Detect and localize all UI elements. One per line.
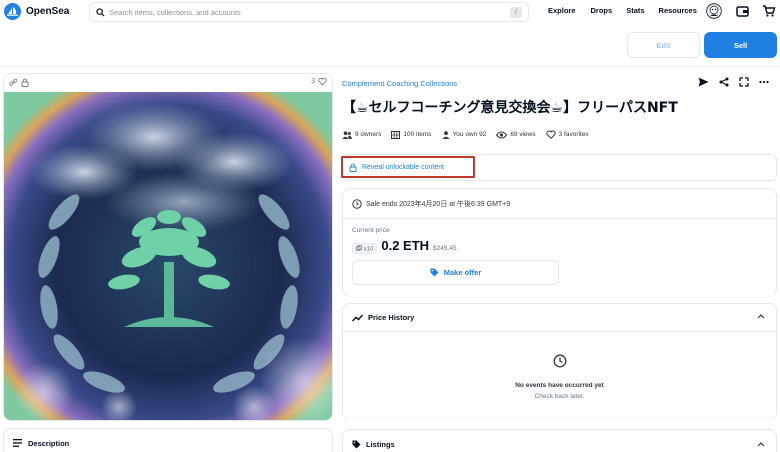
divider [0,66,780,67]
share-icon[interactable] [719,77,729,89]
reveal-unlockable-button[interactable]: Reveal unlockable content [341,156,475,178]
nav-drops[interactable]: Drops [591,6,613,15]
logo-text: OpenSea [26,6,70,17]
description-panel[interactable]: Description [3,428,333,452]
transfer-icon[interactable] [698,77,709,89]
tag-icon [352,440,361,448]
edit-button[interactable]: Edit [627,32,700,58]
nft-artwork[interactable] [4,92,333,421]
description-icon [13,439,22,447]
price-history-panel: Price History No events have occurred ye… [342,303,777,421]
favorites-count: 3 favorites [558,131,589,138]
price-history-empty: No events have occurred yet Check back l… [343,332,776,421]
owners-count: 9 owners [355,131,382,138]
clock-icon [553,354,566,367]
more-options-icon[interactable] [759,77,769,89]
lock-icon [349,163,357,172]
nav-stats[interactable]: Stats [626,6,644,15]
image-card-header: 3 [4,74,332,92]
reveal-unlockable-label: Reveal unlockable content [362,163,445,171]
sell-button[interactable]: Sell [704,32,777,58]
clock-icon [352,198,362,209]
lock-icon [21,78,29,89]
search-icon [96,7,105,17]
favorites-stat[interactable]: 3 favorites [545,130,589,139]
top-navbar: OpenSea Search items, collections, and a… [0,0,780,24]
quantity-badge: x10 [352,242,378,254]
listings-title: Listings [366,439,395,449]
sale-panel: Sale ends 2023年4月20日 at 午後6:39 GMT+9 Cur… [342,188,777,296]
price-section: Current price x10 0.2 ETH $245.45 Make o… [343,219,776,296]
tag-icon [430,268,439,277]
collection-link[interactable]: Complement Coaching Collections [342,79,457,88]
avatar[interactable] [706,3,722,21]
price-usd: $245.45 [433,245,457,252]
items-stat: 100 items [391,130,432,139]
owners-icon [342,130,352,139]
item-title: 【☕セルフコーチング意見交換会☕】フリーパスNFT [342,100,678,116]
owners-stat[interactable]: 9 owners [342,130,382,139]
empty-title: No events have occurred yet [515,381,604,389]
item-stats: 9 owners 100 items You own 92 69 views 3… [342,130,589,139]
search-placeholder: Search items, collections, and accounts [109,7,241,17]
cart-icon[interactable] [762,4,776,20]
price-row: x10 0.2 ETH $245.45 [352,238,767,254]
items-count: 100 items [403,131,432,138]
nav-explore[interactable]: Explore [548,6,576,15]
favorite-count: 3 [311,78,315,85]
sale-end-text: Sale ends 2023年4月20日 at 午後6:39 GMT+9 [366,200,511,208]
search-shortcut-key: / [510,7,522,18]
empty-subtitle: Check back later. [534,392,585,400]
trend-icon [352,314,363,321]
description-title: Description [28,438,70,448]
current-price-label: Current price [352,227,390,234]
price-history-header[interactable]: Price History [343,304,776,332]
views-count: 69 views [510,131,536,138]
grid-icon [391,130,401,139]
nft-image-card: 3 [3,73,333,421]
price-history-title: Price History [368,313,415,322]
quantity-value: x10 [363,246,374,252]
item-actions [698,77,769,89]
search-input[interactable]: Search items, collections, and accounts … [89,2,529,22]
make-offer-button[interactable]: Make offer [352,260,559,285]
nav-resources[interactable]: Resources [659,6,697,15]
price-eth: 0.2 ETH [381,238,430,253]
opensea-logo-icon [4,3,21,20]
heart-outline-icon [545,130,556,139]
wallet-icon[interactable] [736,5,749,20]
heart-icon[interactable] [318,77,327,88]
make-offer-label: Make offer [443,268,482,277]
owned-stat: You own 92 [442,130,487,139]
listings-panel[interactable]: Listings [342,429,777,452]
owned-count: You own 92 [452,131,487,138]
views-stat: 69 views [496,131,536,139]
chevron-up-icon [757,442,765,447]
eye-icon [496,131,508,138]
sale-end-row: Sale ends 2023年4月20日 at 午後6:39 GMT+9 [343,189,776,219]
person-icon [442,130,450,139]
main-nav: Explore Drops Stats Resources [548,6,697,15]
fullscreen-icon[interactable] [739,77,749,89]
copies-icon [356,244,362,251]
chevron-up-icon [757,314,765,319]
opensea-logo[interactable]: OpenSea [4,3,69,20]
link-icon [9,78,18,89]
